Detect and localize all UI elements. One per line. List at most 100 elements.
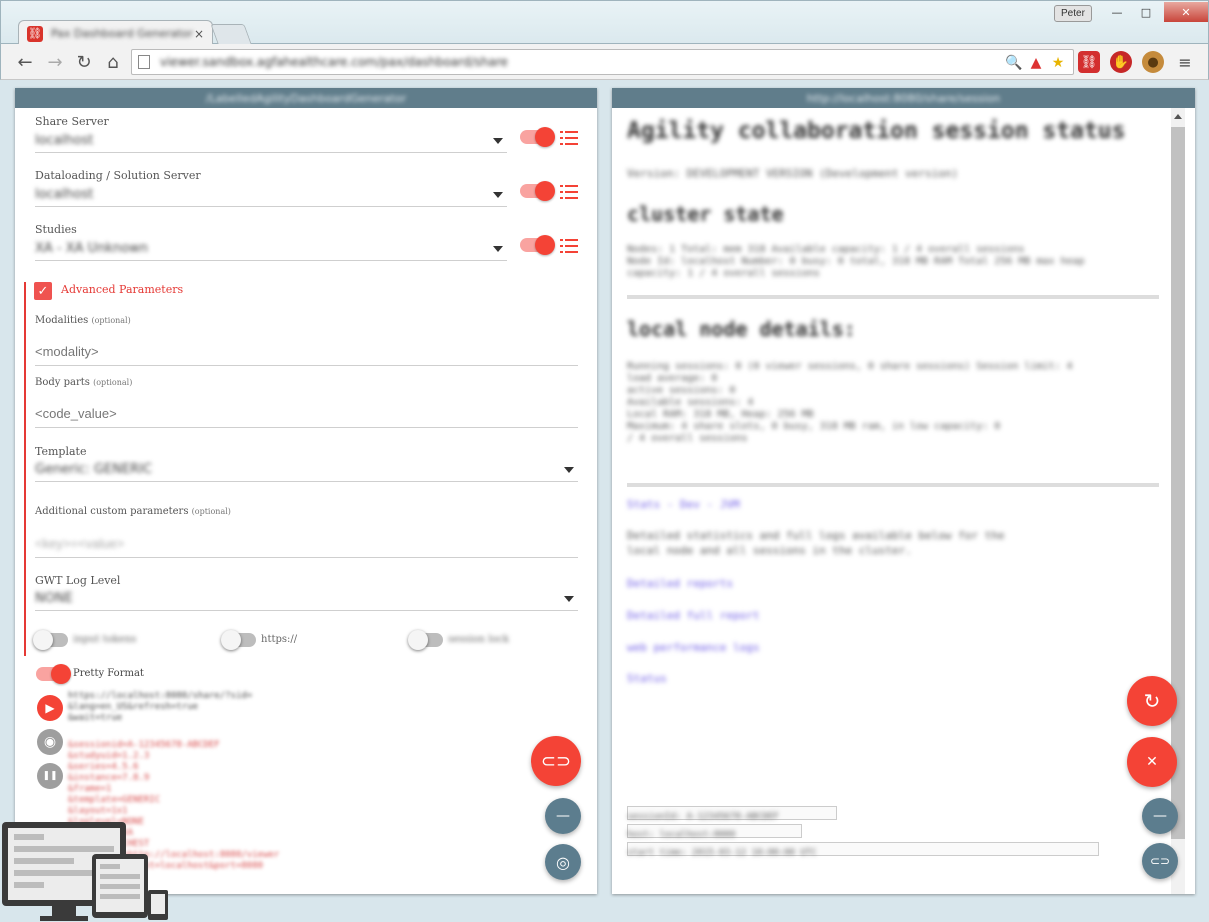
chevron-down-icon <box>564 596 574 602</box>
link-extension-icon[interactable]: ⛓ <box>1078 51 1100 73</box>
custom-params-label: Additional custom parameters (optional) <box>35 506 231 517</box>
share-server-select[interactable]: localhost <box>35 129 507 153</box>
log-level-select[interactable]: NONE <box>35 587 578 611</box>
page-icon <box>138 55 150 69</box>
stats-link[interactable]: Stats - Dev - JVM <box>627 498 740 511</box>
chevron-down-icon <box>493 192 503 198</box>
https-toggle[interactable] <box>221 630 256 650</box>
share-server-label: Share Server <box>35 115 109 128</box>
performance-logs-link[interactable]: web performance logs <box>627 641 759 654</box>
bookmark-star-icon[interactable]: ★ <box>1049 54 1067 72</box>
dataloading-server-label: Dataloading / Solution Server <box>35 169 201 182</box>
remove-circle-icon: — <box>556 808 570 824</box>
play-icon[interactable]: ▶ <box>37 695 63 721</box>
status-panel: http://localhost:8080/share/session Agil… <box>612 88 1195 894</box>
generated-url-preview: https://localhost:8080/share/?sid= &lang… <box>68 691 253 723</box>
eye-icon[interactable]: ◉ <box>37 729 63 755</box>
status-title: Agility collaboration session status <box>627 118 1126 144</box>
pretty-format-label: Pretty Format <box>73 668 144 679</box>
camera-shutter-icon: ◎ <box>556 852 570 872</box>
remove-circle-icon: — <box>1153 808 1167 824</box>
left-panel-header: /LabelledAgilityDashboardGenerator <box>15 88 597 108</box>
detailed-reports-link[interactable]: Detailed reports <box>627 577 733 590</box>
generator-panel: /LabelledAgilityDashboardGenerator Share… <box>15 88 597 894</box>
link-icon: ⊂⊃ <box>540 750 572 772</box>
list-icon[interactable] <box>560 185 578 199</box>
chevron-down-icon <box>493 246 503 252</box>
links-description: Detailed statistics and full logs availa… <box>627 529 1005 557</box>
remove-fab-button[interactable]: — <box>545 798 581 834</box>
cluster-heading: cluster state <box>627 202 784 226</box>
session-lock-label: session lock <box>448 634 510 645</box>
adblock-icon[interactable]: ✋ <box>1110 51 1132 73</box>
custom-params-input[interactable]: <key>=<value> <box>35 530 578 558</box>
cancel-fab-button[interactable]: ✕ <box>1127 737 1177 787</box>
url-text: viewer.sandbox.agfahealthcare.com/pax/da… <box>160 55 508 69</box>
minimize-button[interactable]: — <box>1102 2 1132 22</box>
home-icon[interactable]: ⌂ <box>103 52 123 73</box>
detailed-full-report-link[interactable]: Detailed full report <box>627 609 759 622</box>
scroll-up-arrow-icon[interactable] <box>1174 114 1182 119</box>
tab-close-icon[interactable]: × <box>194 27 204 41</box>
pause-icon[interactable]: ❚❚ <box>37 763 63 789</box>
log-level-label: GWT Log Level <box>35 574 121 587</box>
status-link[interactable]: Status <box>627 672 667 685</box>
share-server-toggle[interactable] <box>520 127 555 147</box>
address-bar[interactable]: viewer.sandbox.agfahealthcare.com/pax/da… <box>131 49 1074 75</box>
session-lock-toggle[interactable] <box>408 630 443 650</box>
maximize-button[interactable]: □ <box>1131 2 1161 22</box>
zoom-icon[interactable]: 🔍 <box>1005 54 1023 72</box>
link-icon: ⊂⊃ <box>1149 854 1171 868</box>
back-arrow-icon[interactable]: ← <box>15 52 35 73</box>
angular-icon[interactable]: ▲ <box>1027 54 1045 72</box>
dataloading-server-toggle[interactable] <box>520 181 555 201</box>
input-tokens-toggle[interactable] <box>33 630 68 650</box>
version-text: Version: DEVELOPMENT VERSION (Developmen… <box>627 167 959 180</box>
body-parts-input[interactable]: <code_value> <box>35 400 578 428</box>
dataloading-server-select[interactable]: localhost <box>35 183 507 207</box>
forward-arrow-icon[interactable]: → <box>45 52 65 73</box>
template-label: Template <box>35 445 87 458</box>
template-select[interactable]: Generic: GENERIC <box>35 458 578 482</box>
list-icon[interactable] <box>560 239 578 253</box>
cookie-icon[interactable]: ● <box>1142 51 1164 73</box>
divider <box>627 483 1159 487</box>
scrollbar-thumb[interactable] <box>1171 127 1185 839</box>
advanced-section-border <box>24 282 26 656</box>
body-parts-label: Body parts (optional) <box>35 377 133 388</box>
modalities-input[interactable]: <modality> <box>35 338 578 366</box>
window-titlebar: ⛓ Pax Dashboard Generator × Peter — □ ✕ <box>0 0 1209 46</box>
reload-icon[interactable]: ↻ <box>74 52 94 73</box>
refresh-fab-button[interactable]: ↻ <box>1127 676 1177 726</box>
studies-toggle[interactable] <box>520 235 555 255</box>
link-favicon-icon: ⛓ <box>27 25 43 42</box>
chevron-down-icon <box>493 138 503 144</box>
footer-line: host: localhost:8080 <box>627 830 736 840</box>
footer-line: start time: 2015-03-12 10:00:00 UTC <box>627 848 817 858</box>
scrollbar[interactable] <box>1171 108 1185 894</box>
menu-icon[interactable]: ≡ <box>1174 51 1196 73</box>
footer-line: sessionId: A-12345678-ABCDEF <box>627 812 779 822</box>
link-fab-button[interactable]: ⊂⊃ <box>531 736 581 786</box>
browser-tab[interactable]: ⛓ Pax Dashboard Generator × <box>18 20 213 46</box>
cancel-icon: ✕ <box>1146 754 1158 770</box>
studies-select[interactable]: XA - XA Unknown <box>35 237 507 261</box>
chevron-down-icon <box>564 467 574 473</box>
user-profile-badge[interactable]: Peter <box>1054 5 1092 22</box>
camera-fab-button[interactable]: ◎ <box>545 844 581 880</box>
local-node-text: Running sessions: 0 (0 viewer sessions, … <box>627 361 1073 444</box>
divider <box>627 295 1159 299</box>
remove-fab-button-right[interactable]: — <box>1142 798 1178 834</box>
advanced-parameters-checkbox[interactable]: ✓ <box>34 282 52 300</box>
local-node-heading: local node details: <box>627 317 856 341</box>
refresh-icon: ↻ <box>1143 689 1161 713</box>
tab-title: Pax Dashboard Generator <box>51 27 193 40</box>
close-window-button[interactable]: ✕ <box>1164 2 1208 22</box>
list-icon[interactable] <box>560 131 578 145</box>
responsive-devices-icon <box>2 822 168 921</box>
input-tokens-label: input tokens <box>73 634 137 645</box>
cluster-text: Nodes: 1 Total: mem 318 Available capaci… <box>627 244 1085 279</box>
link-fab-button-right[interactable]: ⊂⊃ <box>1142 843 1178 879</box>
new-tab-button[interactable] <box>210 24 252 44</box>
pretty-format-toggle[interactable] <box>36 664 71 684</box>
